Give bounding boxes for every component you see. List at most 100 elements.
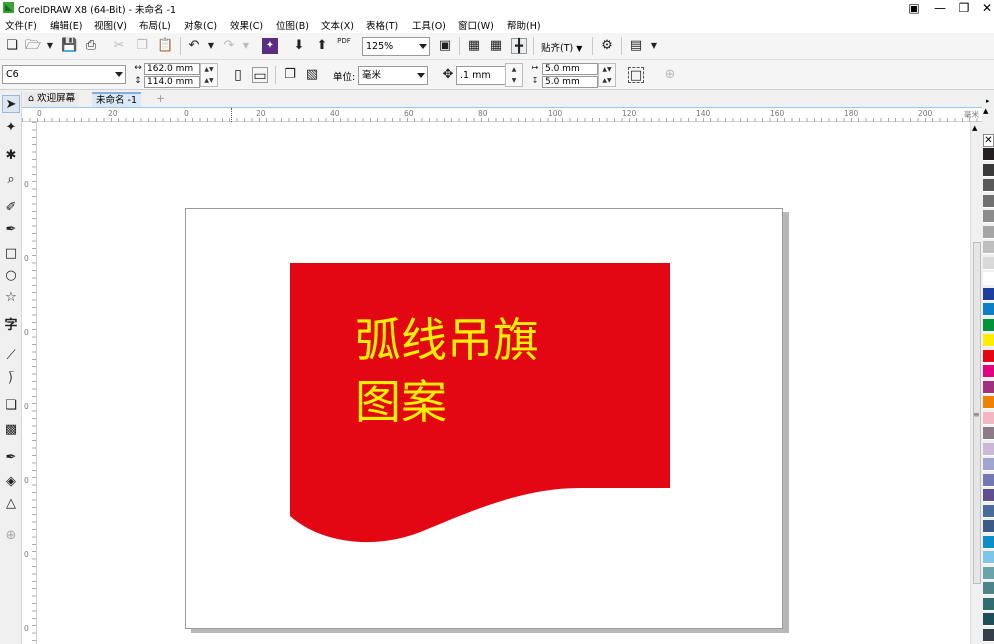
add-tab-button[interactable]: + — [152, 92, 169, 107]
launcher-dropdown-icon[interactable]: ▼ — [646, 38, 662, 54]
menu-help[interactable]: 帮助(H) — [507, 18, 541, 32]
palette-scroll-up-icon[interactable]: ▲ — [983, 107, 988, 115]
redo-icon[interactable]: ↷ — [221, 38, 237, 54]
menu-object[interactable]: 对象(C) — [184, 18, 217, 32]
color-swatch[interactable] — [983, 256, 994, 270]
color-swatch[interactable] — [983, 303, 994, 316]
color-swatch[interactable] — [983, 458, 994, 471]
color-swatch[interactable] — [983, 613, 994, 626]
smart-fill-icon[interactable]: △ — [2, 495, 20, 513]
treat-as-filled-icon[interactable]: □ — [628, 67, 644, 83]
minimize-button[interactable]: — — [929, 0, 951, 16]
show-guidelines-icon[interactable]: ╋ — [511, 38, 527, 54]
application-launcher-icon[interactable]: ▤ — [628, 38, 644, 54]
color-swatch[interactable] — [983, 597, 994, 611]
all-pages-icon[interactable]: ❐ — [282, 67, 298, 83]
portrait-orientation-icon[interactable]: ▯ — [230, 67, 246, 83]
color-swatch[interactable] — [983, 411, 994, 425]
menu-table[interactable]: 表格(T) — [366, 18, 398, 32]
color-swatch[interactable] — [983, 272, 994, 285]
menu-text[interactable]: 文本(X) — [321, 18, 354, 32]
color-swatch[interactable] — [983, 365, 994, 378]
color-swatch[interactable] — [983, 535, 994, 549]
export-pdf-icon[interactable]: PDF — [336, 37, 352, 53]
menu-layout[interactable]: 布局(L) — [139, 18, 171, 32]
transparency-tool-icon[interactable]: ▩ — [2, 421, 20, 439]
page-size-spinner[interactable]: ▲▼ ▲▼ — [200, 63, 218, 87]
show-rulers-icon[interactable]: ▦ — [466, 38, 482, 54]
no-color-swatch[interactable]: ✕ — [983, 134, 994, 147]
zoom-tool-icon[interactable]: ⌕ — [2, 171, 20, 189]
flag-text-line-2[interactable]: 图案 — [355, 375, 447, 429]
color-swatch[interactable] — [983, 520, 994, 533]
arc-banner-flag[interactable] — [290, 263, 670, 543]
artistic-media-icon[interactable]: ✒ — [2, 221, 20, 239]
shape-tool-icon[interactable]: ✦ — [2, 119, 20, 137]
print-icon[interactable]: ⎙ — [83, 38, 99, 54]
page-size-select[interactable]: C6 — [2, 65, 126, 84]
restore-button[interactable]: ❐ — [953, 0, 975, 16]
crop-tool-icon[interactable]: ✱ — [2, 147, 20, 165]
color-swatch[interactable] — [983, 179, 994, 192]
pick-tool-icon[interactable]: ➤ — [2, 95, 20, 113]
color-swatch[interactable] — [983, 334, 994, 347]
color-swatch[interactable] — [983, 427, 994, 440]
color-swatch[interactable] — [983, 148, 994, 161]
close-button[interactable]: ✕ — [976, 0, 994, 16]
zoom-level-select[interactable]: 125% — [362, 37, 430, 56]
export-icon[interactable]: ⬆ — [314, 38, 330, 54]
drop-shadow-tool-icon[interactable]: ❏ — [2, 397, 20, 415]
text-tool-icon[interactable]: 字 — [2, 317, 20, 335]
duplicate-distance-y-input[interactable]: 5.0 mm — [542, 76, 598, 88]
import-icon[interactable]: ⬇ — [291, 38, 307, 54]
nudge-distance-input[interactable]: .1 mm — [456, 66, 506, 85]
vertical-scrollbar[interactable]: ▲ ≡ — [970, 122, 982, 644]
add-preset-icon[interactable]: ⊕ — [662, 67, 678, 83]
flag-text-line-1[interactable]: 弧线吊旗 — [355, 313, 539, 367]
color-swatch[interactable] — [983, 287, 994, 301]
vertical-ruler[interactable]: 0 0 0 0 0 0 0 — [22, 122, 37, 644]
save-icon[interactable]: 💾 — [61, 38, 77, 54]
full-screen-preview-icon[interactable]: ▣ — [437, 38, 453, 54]
duplicate-distance-spinner[interactable]: ▲▼ ▲▼ — [598, 63, 616, 87]
parallel-dimension-icon[interactable]: ⟋ — [2, 347, 20, 365]
tab-welcome-screen[interactable]: ⌂ 欢迎屏幕 — [24, 92, 80, 107]
page-height-input[interactable]: 114.0 mm — [144, 76, 200, 88]
redo-dropdown-icon[interactable]: ▼ — [238, 38, 254, 54]
color-swatch[interactable] — [983, 194, 994, 208]
color-swatch[interactable] — [983, 225, 994, 239]
open-dropdown-icon[interactable]: ▼ — [42, 38, 58, 54]
color-swatch[interactable] — [983, 241, 994, 254]
copy-icon[interactable]: ❐ — [134, 38, 150, 54]
tab-document[interactable]: 未命名 -1 — [92, 92, 141, 107]
undo-icon[interactable]: ↶ — [186, 38, 202, 54]
menu-tools[interactable]: 工具(O) — [412, 18, 446, 32]
current-page-icon[interactable]: ▧ — [304, 67, 320, 83]
freehand-tool-icon[interactable]: ✐ — [2, 199, 20, 217]
menu-edit[interactable]: 编辑(E) — [50, 18, 82, 32]
paste-icon[interactable]: 📋 — [157, 38, 173, 54]
palette-expand-icon[interactable]: ▸ — [986, 97, 990, 105]
color-swatch[interactable] — [983, 504, 994, 518]
horizontal-ruler[interactable]: 0 20 0 20 40 60 80 100 120 140 160 180 2… — [22, 107, 982, 122]
color-swatch[interactable] — [983, 163, 994, 177]
color-swatch[interactable] — [983, 380, 994, 394]
color-swatch[interactable] — [983, 349, 994, 363]
color-swatch[interactable] — [983, 318, 994, 332]
drawing-canvas[interactable]: 弧线吊旗 图案 — [37, 122, 970, 644]
ellipse-tool-icon[interactable]: ○ — [2, 267, 20, 285]
search-content-icon[interactable]: ✦ — [262, 38, 278, 54]
new-document-icon[interactable]: ❏ — [4, 38, 20, 54]
color-swatch[interactable] — [983, 551, 994, 564]
menu-file[interactable]: 文件(F) — [5, 18, 37, 32]
page-width-input[interactable]: 162.0 mm — [144, 63, 200, 75]
color-swatch[interactable] — [983, 628, 994, 642]
scroll-up-arrow-icon[interactable]: ▲ — [972, 124, 977, 132]
menu-window[interactable]: 窗口(W) — [458, 18, 494, 32]
polygon-tool-icon[interactable]: ☆ — [2, 289, 20, 307]
options-gear-icon[interactable]: ⚙ — [599, 38, 615, 54]
color-swatch[interactable] — [983, 396, 994, 409]
show-grid-icon[interactable]: ▦ — [488, 38, 504, 54]
eyedropper-tool-icon[interactable]: ✒ — [2, 449, 20, 467]
landscape-orientation-icon[interactable]: ▭ — [252, 67, 268, 84]
